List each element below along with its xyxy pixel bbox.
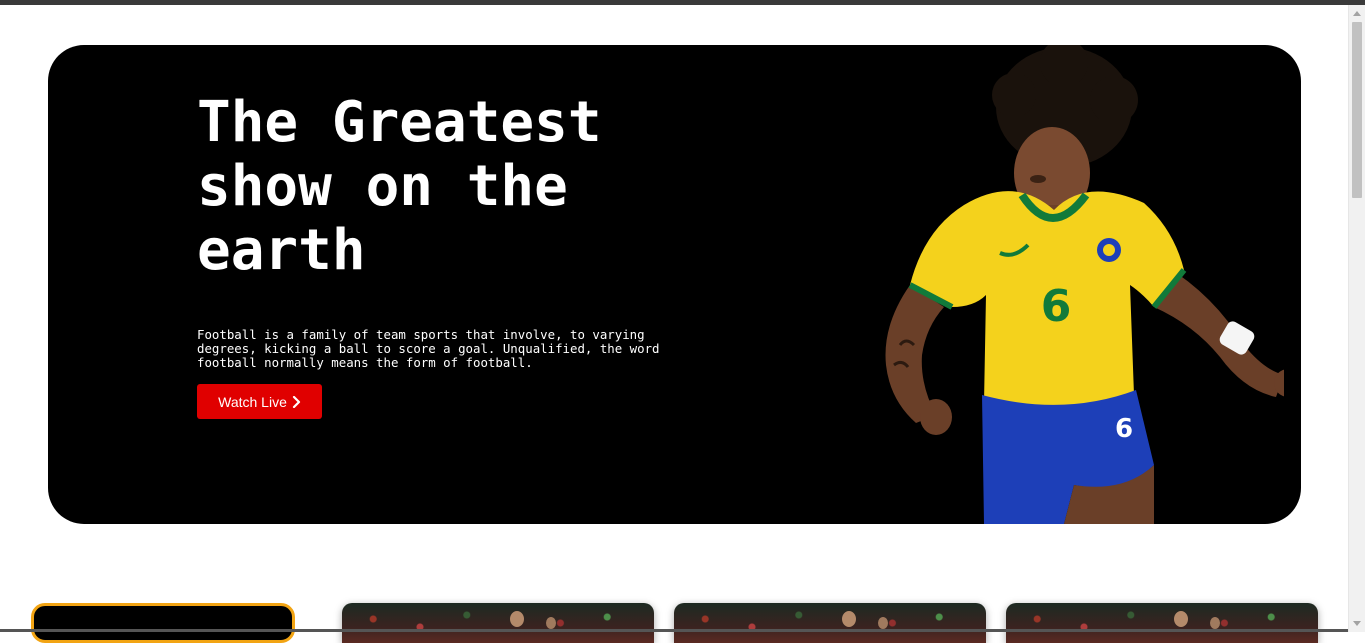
player-head [878, 617, 888, 629]
featured-card[interactable] [31, 603, 295, 643]
crowd-background [674, 603, 986, 643]
hero-title: The Greatest show on the earth [197, 90, 602, 283]
match-thumbnail-card[interactable] [1006, 603, 1318, 643]
vertical-scrollbar[interactable] [1348, 5, 1365, 632]
player-head [1210, 617, 1220, 629]
match-thumbnail-card[interactable] [342, 603, 654, 643]
crowd-background [342, 603, 654, 643]
player-head [1174, 611, 1188, 627]
crowd-background [1006, 603, 1318, 643]
watch-live-button[interactable]: Watch Live [197, 384, 322, 419]
football-player-image: 6 6 [885, 45, 1284, 524]
player-head [510, 611, 524, 627]
chevron-right-icon [292, 395, 300, 408]
scroll-up-icon[interactable] [1353, 11, 1361, 16]
scroll-down-icon[interactable] [1353, 621, 1361, 626]
match-thumbnail-card[interactable] [674, 603, 986, 643]
player-head [842, 611, 856, 627]
player-head [546, 617, 556, 629]
hero-banner: The Greatest show on the earth Football … [48, 45, 1301, 524]
svg-text:6: 6 [1041, 281, 1072, 332]
window-top-border [0, 0, 1365, 5]
watch-live-label: Watch Live [218, 393, 287, 410]
hero-description: Football is a family of team sports that… [197, 327, 660, 370]
scrollbar-thumb[interactable] [1352, 22, 1362, 198]
svg-text:6: 6 [1115, 414, 1133, 444]
